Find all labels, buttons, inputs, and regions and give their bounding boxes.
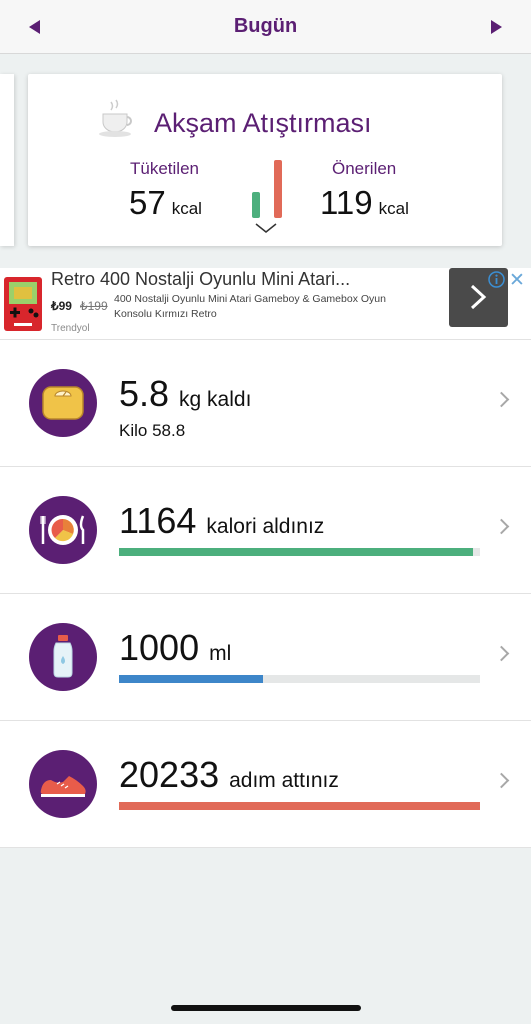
recommended-unit: kcal bbox=[378, 199, 409, 218]
ad-old-price: ₺199 bbox=[80, 299, 108, 313]
calories-progress-fill bbox=[119, 548, 473, 556]
water-bottle-icon bbox=[29, 623, 97, 691]
water-value: 1000 ml bbox=[119, 627, 231, 669]
next-day-icon[interactable] bbox=[491, 20, 502, 34]
ad-banner[interactable]: Retro 400 Nostalji Oyunlu Mini Atari... … bbox=[0, 268, 531, 340]
steps-progress-bar bbox=[119, 802, 480, 810]
chevron-right-icon bbox=[493, 772, 510, 789]
home-indicator bbox=[171, 1005, 361, 1011]
previous-meal-card[interactable] bbox=[0, 74, 14, 246]
scale-icon bbox=[29, 369, 97, 437]
game-console-thumbnail bbox=[4, 277, 42, 331]
info-icon[interactable] bbox=[488, 271, 505, 288]
steps-unit: adım attınız bbox=[229, 769, 339, 792]
ad-title[interactable]: Retro 400 Nostalji Oyunlu Mini Atari... bbox=[51, 269, 350, 290]
meal-card[interactable]: Akşam Atıştırması Tüketilen 57 kcal Öneri… bbox=[28, 74, 502, 246]
chevron-right-icon bbox=[470, 284, 487, 310]
water-row[interactable]: 1000 ml bbox=[0, 594, 531, 721]
steps-value: 20233 adım attınız bbox=[119, 754, 339, 796]
current-weight: Kilo 58.8 bbox=[119, 421, 186, 440]
weight-value: 5.8 kg kaldı bbox=[119, 373, 251, 415]
calories-unit: kalori aldınız bbox=[206, 515, 325, 538]
ad-description: 400 Nostalji Oyunlu Mini Atari Gameboy &… bbox=[114, 293, 386, 320]
steps-number: 20233 bbox=[119, 754, 220, 795]
water-progress-fill bbox=[119, 675, 264, 683]
consumed-number: 57 bbox=[129, 184, 166, 221]
tea-cup-icon bbox=[99, 99, 132, 137]
water-number: 1000 bbox=[119, 627, 200, 668]
recommended-label: Önerilen bbox=[332, 159, 397, 178]
consumed-bar bbox=[252, 192, 260, 218]
weight-unit: kg kaldı bbox=[179, 388, 252, 411]
water-unit: ml bbox=[209, 642, 232, 665]
meal-carousel[interactable]: Akşam Atıştırması Tüketilen 57 kcal Öneri… bbox=[0, 54, 531, 268]
water-progress-bar bbox=[119, 675, 480, 683]
recommended-bar bbox=[274, 160, 282, 218]
recommended-number: 119 bbox=[320, 184, 373, 221]
chevron-right-icon bbox=[493, 518, 510, 535]
steps-progress-fill bbox=[119, 802, 480, 810]
calories-row[interactable]: 1164 kalori aldınız bbox=[0, 467, 531, 594]
calories-number: 1164 bbox=[119, 500, 197, 541]
ad-price: ₺99 bbox=[51, 299, 72, 313]
chevron-right-icon bbox=[493, 645, 510, 662]
consumed-value: 57 kcal bbox=[129, 184, 202, 222]
recommended-value: 119 kcal bbox=[320, 184, 409, 222]
calories-progress-bar bbox=[119, 548, 480, 556]
plate-icon bbox=[29, 496, 97, 564]
consumed-label: Tüketilen bbox=[130, 159, 199, 178]
sneaker-icon bbox=[29, 750, 97, 818]
ad-close-icon[interactable]: ✕ bbox=[509, 269, 525, 292]
calories-value: 1164 kalori aldınız bbox=[119, 500, 324, 542]
ad-brand: Trendyol bbox=[51, 323, 90, 334]
weight-number: 5.8 bbox=[119, 373, 170, 414]
summary-list: 5.8 kg kaldı Kilo 58.8 1164 kalori aldınız bbox=[0, 340, 531, 848]
consumed-unit: kcal bbox=[171, 199, 202, 218]
chevron-right-icon bbox=[493, 391, 510, 408]
meal-title: Akşam Atıştırması bbox=[154, 108, 372, 138]
weight-row[interactable]: 5.8 kg kaldı Kilo 58.8 bbox=[0, 340, 531, 467]
steps-row[interactable]: 20233 adım attınız bbox=[0, 721, 531, 848]
expand-chevron-icon[interactable] bbox=[254, 222, 278, 234]
top-bar: Bugün bbox=[0, 0, 531, 54]
page-title: Bugün bbox=[233, 15, 298, 37]
